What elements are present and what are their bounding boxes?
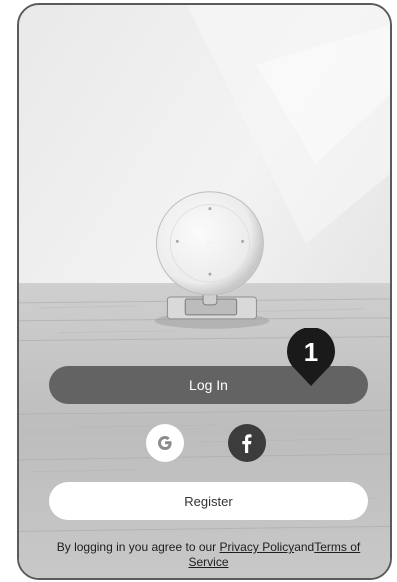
step-marker-number: 1 (304, 337, 318, 367)
google-g-icon (158, 436, 172, 450)
facebook-f-icon (242, 434, 252, 453)
svg-text:· · ·: · · · (207, 239, 213, 244)
register-button[interactable]: Register (49, 482, 368, 520)
terms-and: and (294, 540, 315, 554)
terms-notice: By logging in you agree to our Privacy P… (39, 540, 378, 570)
privacy-policy-link[interactable]: Privacy Policy (220, 540, 295, 554)
step-marker: 1 (287, 328, 335, 386)
google-login-button[interactable] (146, 424, 184, 462)
facebook-login-button[interactable] (228, 424, 266, 462)
phone-frame: · · · Log In Register By logging in you … (17, 3, 392, 580)
terms-prefix: By logging in you agree to our (56, 540, 220, 554)
